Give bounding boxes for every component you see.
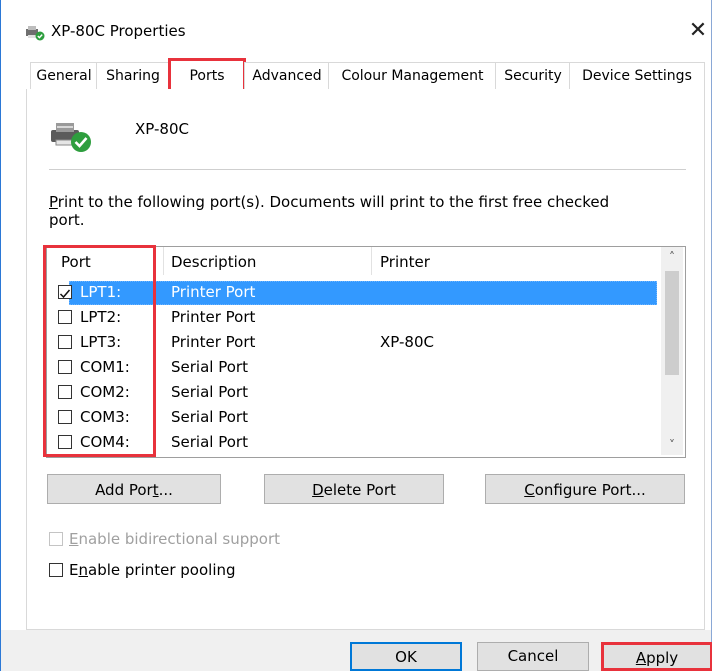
scroll-down-icon[interactable]: ˅ <box>661 435 683 455</box>
port-description: Serial Port <box>171 358 248 376</box>
port-description: Serial Port <box>171 383 248 401</box>
tab-security[interactable]: Security <box>495 62 571 90</box>
port-description: Serial Port <box>171 408 248 426</box>
delete-port-mnemonic: D <box>312 481 324 499</box>
checkbox-box[interactable] <box>49 563 63 577</box>
delete-port-button[interactable]: Delete Port <box>264 474 444 504</box>
tab-advanced[interactable]: Advanced <box>244 62 330 90</box>
window-title: XP-80C Properties <box>51 22 186 40</box>
pooling-mnemonic: n <box>78 561 88 579</box>
printer-pooling-label[interactable]: Enable printer pooling <box>69 561 236 579</box>
vertical-scrollbar[interactable]: ˄ ˅ <box>661 247 683 455</box>
printer-ok-icon <box>51 123 91 152</box>
printer-name: XP-80C <box>135 120 189 138</box>
scrollbar-thumb[interactable] <box>665 271 679 375</box>
selection-highlight <box>69 281 657 305</box>
delete-port-label: elete Port <box>323 481 396 499</box>
printer-title-icon <box>26 26 45 41</box>
port-description: Printer Port <box>171 283 256 301</box>
close-icon[interactable]: ✕ <box>689 18 707 43</box>
tab-strip: General Sharing Ports Advanced Colour Ma… <box>26 58 706 96</box>
add-port-label-start: Add Por <box>95 481 153 499</box>
printer-properties-dialog: XP-80C Properties ✕ General Sharing Port… <box>0 0 712 671</box>
checkbox-box <box>49 532 63 546</box>
tab-sharing[interactable]: Sharing <box>96 62 170 90</box>
add-port-label-end: ... <box>158 481 173 499</box>
column-divider[interactable] <box>163 247 164 275</box>
tab-device-settings[interactable]: Device Settings <box>569 62 705 90</box>
bidirectional-label-text: nable bidirectional support <box>78 530 281 548</box>
scroll-up-icon[interactable]: ˄ <box>661 247 683 267</box>
apply-button[interactable]: Apply <box>601 642 712 671</box>
apply-label: pply <box>646 649 679 667</box>
pooling-label-text: able printer pooling <box>88 561 236 579</box>
column-header-description[interactable]: Description <box>171 253 256 271</box>
configure-port-button[interactable]: Configure Port... <box>485 474 685 504</box>
title-bar: XP-80C Properties ✕ <box>1 0 711 56</box>
configure-port-label: onfigure Port... <box>534 481 646 499</box>
apply-mnemonic: A <box>635 649 647 667</box>
instruction-mnemonic: P <box>49 193 58 211</box>
port-column-highlight <box>43 245 156 457</box>
configure-port-mnemonic: C <box>524 481 535 499</box>
port-description: Serial Port <box>171 433 248 451</box>
port-printer: XP-80C <box>380 333 434 351</box>
port-description: Printer Port <box>171 333 256 351</box>
bidirectional-support-label: Enable bidirectional support <box>69 530 280 548</box>
cancel-button[interactable]: Cancel <box>477 642 589 671</box>
tab-colour-management[interactable]: Colour Management <box>328 62 497 90</box>
column-header-printer[interactable]: Printer <box>380 253 430 271</box>
port-description: Printer Port <box>171 308 256 326</box>
instruction-text: rint to the following port(s). Documents… <box>49 193 610 229</box>
close-button[interactable]: ✕ <box>685 14 711 48</box>
ports-instruction: Print to the following port(s). Document… <box>49 193 649 229</box>
add-port-button[interactable]: Add Port... <box>47 474 221 504</box>
column-divider[interactable] <box>371 247 372 275</box>
ok-button[interactable]: OK <box>350 642 462 671</box>
separator <box>49 169 686 170</box>
tab-general[interactable]: General <box>30 62 98 90</box>
